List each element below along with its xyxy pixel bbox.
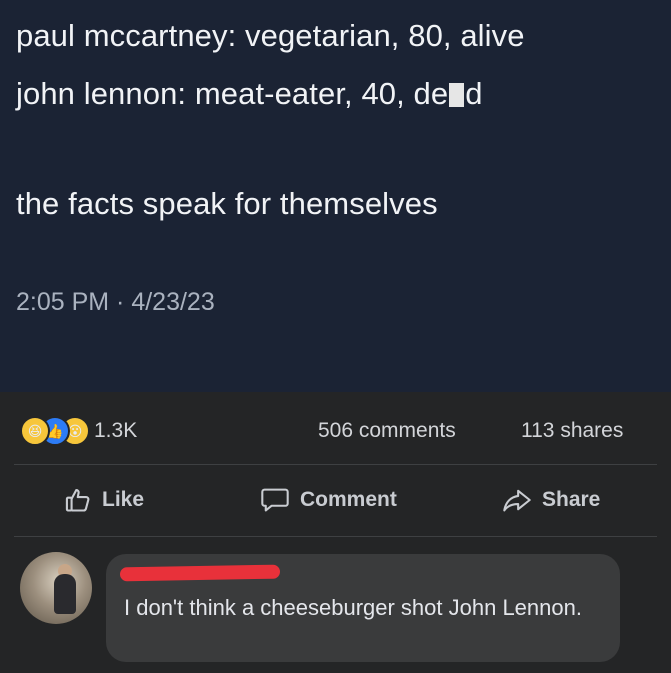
tweet-line-2: john lennon: meat-eater, 40, de d (16, 76, 483, 112)
like-label: Like (102, 488, 145, 511)
thumbs-up-icon (65, 489, 90, 512)
tweet-line-2-start: john lennon: meat-eater, 40, de (16, 76, 449, 111)
reaction-count[interactable]: 1.3K (94, 419, 137, 443)
post-stats: 😆 👍 😮 1.3K 506 comments 113 shares (0, 392, 671, 462)
avatar-figure (54, 574, 76, 614)
tweet-line-1: paul mccartney: vegetarian, 80, alive (16, 18, 525, 53)
tweet-card: paul mccartney: vegetarian, 80, alive jo… (0, 0, 671, 392)
shares-count[interactable]: 113 shares (521, 419, 623, 443)
divider (14, 536, 657, 537)
haha-icon: 😆 (20, 416, 50, 446)
post-actions: Like Comment Share (0, 476, 671, 524)
share-label: Share (542, 488, 601, 511)
comment-bubble: L I don't think a cheeseburger shot John… (106, 554, 620, 662)
share-button[interactable]: Share (502, 476, 600, 524)
share-arrow-icon (503, 489, 531, 512)
commenter-avatar[interactable] (20, 552, 92, 624)
tweet-line-3: the facts speak for themselves (16, 186, 438, 221)
comment-button[interactable]: Comment (260, 476, 397, 524)
tweet-timestamp: 2:05 PM · 4/23/23 (16, 288, 215, 316)
tweet-line-2-end: d (465, 76, 483, 111)
comment-label: Comment (300, 488, 397, 511)
comments-count[interactable]: 506 comments (318, 419, 456, 443)
comment-bubble-icon (261, 488, 289, 512)
like-button[interactable]: Like (64, 476, 144, 524)
censor-block (449, 83, 465, 107)
divider (14, 464, 657, 465)
name-redaction (119, 564, 281, 582)
comment-text: I don't think a cheeseburger shot John L… (124, 595, 582, 620)
